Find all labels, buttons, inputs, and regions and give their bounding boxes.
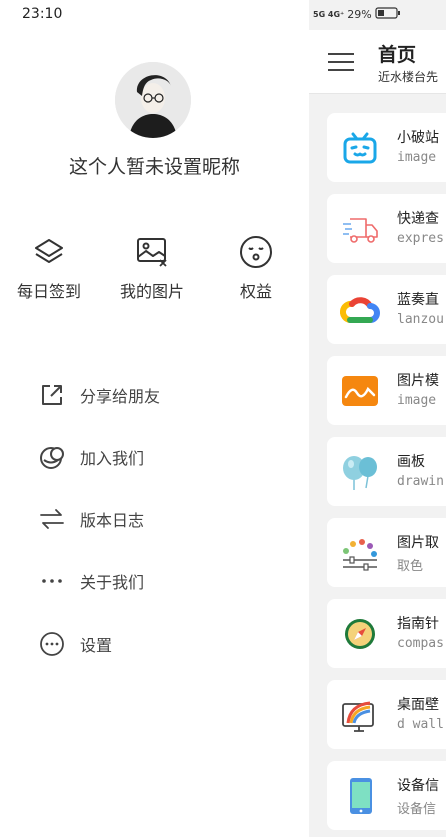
quick-action-label: 我的图片	[119, 282, 184, 301]
landscape-icon	[340, 371, 380, 411]
network-indicator: 5G 4G⁺	[313, 10, 345, 19]
tool-title: 快递查	[397, 211, 439, 227]
quick-action-label: 每日签到	[16, 282, 81, 301]
quick-action-my-images[interactable]: 我的图片	[112, 234, 192, 302]
menu-item-about[interactable]: 关于我们	[38, 561, 144, 601]
hamburger-menu-icon[interactable]	[328, 53, 354, 71]
tv-icon	[340, 128, 380, 168]
tool-card[interactable]: 桌面壁 d wall	[327, 680, 446, 749]
tool-card[interactable]: 小破站 image	[327, 113, 446, 182]
menu-item-label: 关于我们	[80, 573, 145, 592]
tool-subtitle: drawin	[397, 474, 444, 489]
tool-subtitle: d wall	[397, 717, 444, 732]
compass-icon	[340, 614, 380, 654]
menu-item-label: 加入我们	[80, 449, 145, 468]
quick-action-label: 权益	[239, 282, 272, 301]
tool-title: 画板	[397, 454, 425, 470]
avatar[interactable]	[115, 62, 191, 138]
share-icon	[38, 381, 66, 409]
tool-subtitle: image	[397, 393, 437, 408]
palette-icon	[340, 533, 380, 573]
tool-title: 蓝奏直	[397, 292, 439, 308]
menu-item-share[interactable]: 分享给朋友	[38, 375, 160, 415]
user-nickname[interactable]: 这个人暂未设置昵称	[0, 152, 309, 179]
tool-subtitle: expres	[397, 231, 444, 246]
status-time: 23:10	[22, 6, 63, 22]
page-title: 首页	[378, 44, 417, 66]
quick-action-benefits[interactable]: 权益	[216, 234, 296, 302]
more-icon	[38, 567, 66, 595]
menu-item-label: 分享给朋友	[80, 387, 161, 406]
tool-subtitle: lanzou	[397, 312, 444, 327]
tool-card[interactable]: 快递查 expres	[327, 194, 446, 263]
phone-icon	[340, 776, 380, 816]
tool-title: 图片取	[397, 535, 439, 551]
tool-card[interactable]: 设备信 设备信	[327, 761, 446, 830]
top-app-bar: 首页 近水楼台先	[309, 30, 446, 94]
main-page: 5G 4G⁺ 29% 首页 近水楼台先 小破站 image 快递查 expres…	[309, 0, 446, 837]
battery-percent: 29%	[347, 8, 372, 21]
tool-card[interactable]: 图片模 image	[327, 356, 446, 425]
swap-icon	[38, 505, 66, 533]
tool-subtitle: 取色	[397, 559, 424, 574]
tool-subtitle: 设备信	[397, 802, 437, 817]
truck-icon	[340, 209, 380, 249]
tool-title: 指南针	[397, 616, 439, 632]
join-icon	[38, 443, 66, 471]
battery-icon	[375, 7, 401, 22]
menu-item-settings[interactable]: 设置	[38, 624, 112, 664]
cloud-icon	[339, 290, 380, 330]
layers-icon	[31, 234, 67, 270]
tool-card[interactable]: 画板 drawin	[327, 437, 446, 506]
tool-card[interactable]: 蓝奏直 lanzou	[327, 275, 446, 344]
menu-item-changelog[interactable]: 版本日志	[38, 499, 144, 539]
tool-title: 桌面壁	[397, 697, 439, 713]
tool-subtitle: compas	[397, 636, 444, 651]
tool-title: 图片模	[397, 373, 439, 389]
face-icon	[238, 234, 274, 270]
monitor-icon	[340, 695, 380, 735]
status-icons: 5G 4G⁺ 29%	[313, 7, 401, 22]
tool-card[interactable]: 指南针 compas	[327, 599, 446, 668]
tool-subtitle: image	[397, 150, 437, 165]
image-icon	[134, 234, 170, 270]
menu-item-label: 设置	[80, 636, 113, 655]
page-subtitle: 近水楼台先	[378, 70, 439, 84]
navigation-drawer: 23:10 这个人暂未设置昵称 每日签到 我的图片 权益 分享给朋友 加入我们 …	[0, 0, 309, 837]
menu-item-join-us[interactable]: 加入我们	[38, 437, 144, 477]
balloon-icon	[340, 452, 380, 492]
quick-action-checkin[interactable]: 每日签到	[9, 234, 89, 302]
settings-icon	[38, 630, 66, 658]
tool-title: 小破站	[397, 130, 439, 146]
tool-card[interactable]: 图片取 取色	[327, 518, 446, 587]
menu-item-label: 版本日志	[80, 511, 145, 530]
tool-title: 设备信	[397, 778, 439, 794]
